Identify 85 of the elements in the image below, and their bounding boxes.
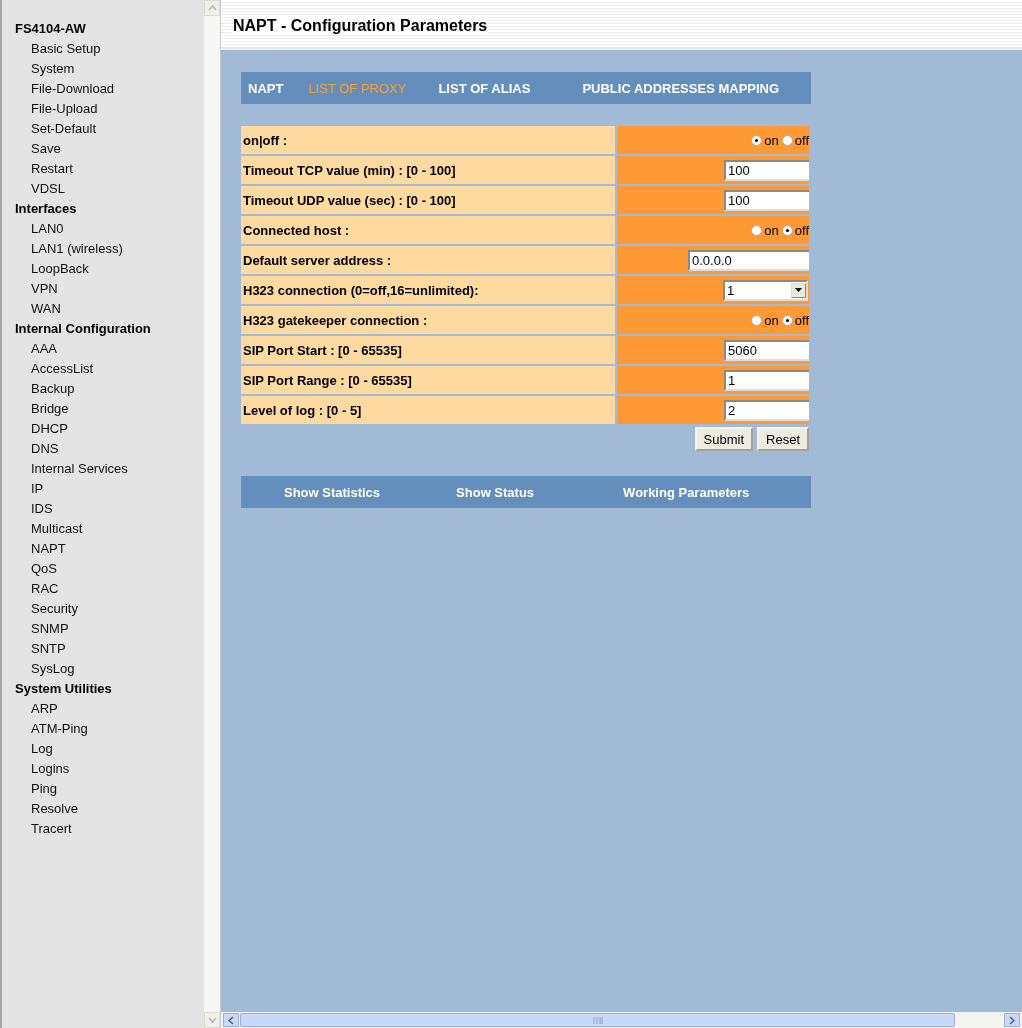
input-field[interactable]: 5060 xyxy=(724,339,809,361)
sidebar-link[interactable]: Bridge xyxy=(15,399,204,419)
sidebar-link[interactable]: System xyxy=(15,59,204,79)
chevron-down-icon xyxy=(207,1017,217,1023)
field-label: SIP Port Range : [0 - 65535] xyxy=(241,366,615,394)
radio-label: on xyxy=(764,222,779,238)
radio-button[interactable] xyxy=(751,134,763,146)
caret-icon xyxy=(791,282,806,298)
sidebar-link[interactable]: Logins xyxy=(15,759,204,779)
section-heading: System Utilities xyxy=(15,680,113,698)
sidebar-link[interactable]: IDS xyxy=(15,499,204,519)
sidebar-link[interactable]: Internal Services xyxy=(15,459,204,479)
sidebar-link[interactable]: DHCP xyxy=(15,419,204,439)
page-title: NAPT - Configuration Parameters xyxy=(233,17,488,34)
field-label: on|off : xyxy=(241,126,615,154)
radio-label: off xyxy=(794,312,809,328)
radio-button[interactable] xyxy=(781,224,793,236)
sidebar-link[interactable]: NAPT xyxy=(15,539,204,559)
sidebar-link[interactable]: File-Download xyxy=(15,79,204,99)
scroll-left-button[interactable] xyxy=(223,1013,239,1027)
sidebar-link[interactable]: Tracert xyxy=(15,819,204,839)
chevron-right-icon xyxy=(1009,1015,1015,1025)
sidebar-link[interactable]: RAC xyxy=(15,579,204,599)
sidebar-link[interactable]: LAN0 xyxy=(15,219,204,239)
sidebar-link[interactable]: Multicast xyxy=(15,519,204,539)
sidebar-link[interactable]: WAN xyxy=(15,299,204,319)
sidebar-link[interactable]: SNTP xyxy=(15,639,204,659)
sidebar-link[interactable]: Ping xyxy=(15,779,204,799)
field-label: SIP Port Start : [0 - 65535] xyxy=(241,336,615,364)
field-label: Timeout TCP value (min) : [0 - 100] xyxy=(241,156,615,184)
field-label: H323 connection (0=off,16=unlimited): xyxy=(241,276,615,304)
grip-icon xyxy=(592,1016,603,1024)
radio-label: off xyxy=(794,222,809,238)
radio-label: on xyxy=(764,312,779,328)
form-button[interactable]: Reset xyxy=(757,427,809,451)
field-label: Level of log : [0 - 5] xyxy=(241,396,615,424)
input-field[interactable]: 100 xyxy=(724,159,809,181)
radio-button[interactable] xyxy=(781,134,793,146)
sidebar-link[interactable]: File-Upload xyxy=(15,99,204,119)
section-heading: FS4104-AW xyxy=(15,20,87,38)
form-button[interactable]: Submit xyxy=(694,427,754,451)
sidebar-link[interactable]: LoopBack xyxy=(15,259,204,279)
sidebar-link[interactable]: Basic Setup xyxy=(15,39,204,59)
input-field[interactable]: 0.0.0.0 xyxy=(688,249,809,271)
sidebar-link[interactable]: IP xyxy=(15,479,204,499)
field-label: Default server address : xyxy=(241,246,615,274)
sidebar-link[interactable]: Save xyxy=(15,139,204,159)
sidebar-link[interactable]: AAA xyxy=(15,339,204,359)
section-heading: Internal Configuration xyxy=(15,320,152,338)
sidebar-link[interactable]: AccessList xyxy=(15,359,204,379)
field-label: Connected host : xyxy=(241,216,615,244)
vertical-scrollbar[interactable] xyxy=(204,0,221,1028)
sidebar-link[interactable]: Restart xyxy=(15,159,204,179)
field-label: H323 gatekeeper connection : xyxy=(241,306,615,334)
sidebar-link[interactable]: VDSL xyxy=(15,179,204,199)
sidebar-link[interactable]: SysLog xyxy=(15,659,204,679)
dropdown[interactable]: 1 xyxy=(723,279,808,301)
sidebar-link[interactable]: Backup xyxy=(15,379,204,399)
horizontal-scrollbar[interactable] xyxy=(221,1012,1022,1028)
sidebar-link[interactable]: Resolve xyxy=(15,799,204,819)
sidebar-link[interactable]: Log xyxy=(15,739,204,759)
radio-button[interactable] xyxy=(751,314,763,326)
scroll-thumb[interactable] xyxy=(240,1013,955,1027)
scroll-right-button[interactable] xyxy=(1004,1013,1020,1027)
radio-button[interactable] xyxy=(781,314,793,326)
scroll-up-button[interactable] xyxy=(204,0,220,16)
input-field[interactable]: 2 xyxy=(724,399,809,421)
sidebar-link[interactable]: QoS xyxy=(15,559,204,579)
radio-label: on xyxy=(764,132,779,148)
input-field[interactable]: 100 xyxy=(724,189,809,211)
sidebar-link[interactable]: VPN xyxy=(15,279,204,299)
sidebar-link[interactable]: ATM-Ping xyxy=(15,719,204,739)
sidebar-link[interactable]: Set-Default xyxy=(15,119,204,139)
radio-label: off xyxy=(794,132,809,148)
input-field[interactable]: 1 xyxy=(724,369,809,391)
sidebar-link[interactable]: LAN1 (wireless) xyxy=(15,239,204,259)
sidebar-link[interactable]: DNS xyxy=(15,439,204,459)
sidebar-link[interactable]: Security xyxy=(15,599,204,619)
chevron-left-icon xyxy=(228,1015,234,1025)
chevron-up-icon xyxy=(207,5,217,11)
sidebar-link[interactable]: SNMP xyxy=(15,619,204,639)
sidebar-link[interactable]: ARP xyxy=(15,699,204,719)
section-heading: Interfaces xyxy=(15,200,78,218)
radio-button[interactable] xyxy=(751,224,763,236)
field-label: Timeout UDP value (sec) : [0 - 100] xyxy=(241,186,615,214)
